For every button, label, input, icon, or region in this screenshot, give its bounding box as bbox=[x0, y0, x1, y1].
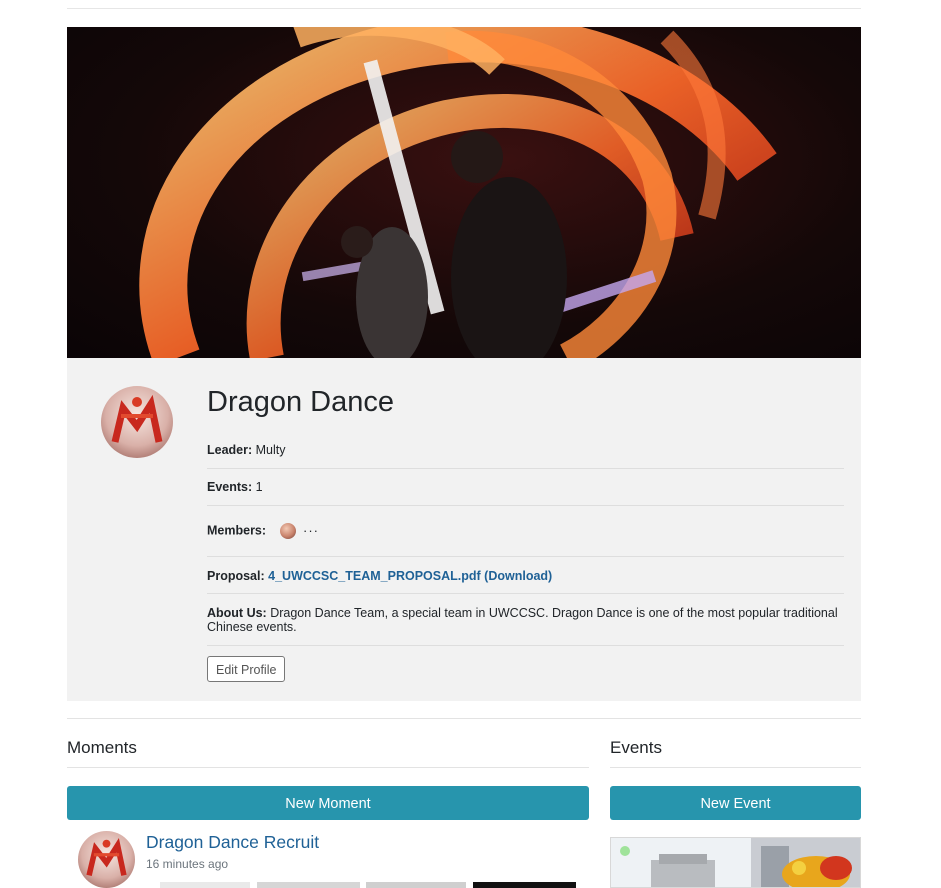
leader-row: Leader: Multy bbox=[207, 443, 844, 457]
proposal-label: Proposal: bbox=[207, 569, 265, 583]
group-name: Dragon Dance bbox=[207, 386, 394, 418]
event-card[interactable] bbox=[610, 837, 861, 888]
online-status-icon bbox=[620, 846, 630, 856]
new-moment-button[interactable]: New Moment bbox=[67, 786, 589, 820]
moment-photo-thumbnail[interactable] bbox=[257, 882, 360, 888]
members-row: Members: ··· bbox=[207, 523, 844, 539]
leader-label: Leader: bbox=[207, 443, 253, 457]
event-cover-image bbox=[611, 838, 860, 887]
cover-banner-image bbox=[67, 27, 861, 358]
about-label: About Us: bbox=[207, 606, 267, 620]
moment-timestamp: 16 minutes ago bbox=[146, 857, 229, 871]
proposal-row: Proposal: 4_UWCCSC_TEAM_PROPOSAL.pdf (Do… bbox=[207, 569, 844, 583]
moments-divider bbox=[67, 767, 589, 768]
dragon-dance-photo bbox=[139, 27, 777, 358]
about-row: About Us: Dragon Dance Team, a special t… bbox=[207, 606, 844, 634]
proposal-file-link[interactable]: 4_UWCCSC_TEAM_PROPOSAL.pdf bbox=[268, 569, 481, 583]
moment-photo-thumbnail[interactable] bbox=[160, 882, 250, 888]
edit-profile-button[interactable]: Edit Profile bbox=[207, 656, 286, 682]
moment-photo-thumbnail[interactable] bbox=[366, 882, 466, 888]
divider bbox=[207, 593, 844, 594]
events-row: Events: 1 bbox=[207, 480, 844, 494]
dragon-dance-avatar-icon bbox=[101, 386, 173, 458]
group-profile-card: Dragon Dance Leader: Multy Events: 1 Mem… bbox=[67, 358, 861, 701]
leader-value: Multy bbox=[255, 443, 286, 457]
members-label: Members: bbox=[207, 523, 267, 538]
moment-photo-thumbnail[interactable] bbox=[473, 882, 576, 888]
member-avatar-icon[interactable] bbox=[279, 523, 296, 539]
section-divider bbox=[67, 718, 861, 719]
events-count: 1 bbox=[255, 480, 263, 494]
events-label: Events: bbox=[207, 480, 253, 494]
top-divider bbox=[67, 8, 861, 9]
proposal-download-link[interactable]: (Download) bbox=[484, 569, 552, 583]
events-title: Events bbox=[610, 738, 662, 757]
moment-author-avatar-icon[interactable] bbox=[78, 831, 135, 888]
about-text: Dragon Dance Team, a special team in UWC… bbox=[207, 606, 838, 634]
moments-title: Moments bbox=[67, 738, 137, 757]
divider bbox=[207, 556, 844, 557]
moment-title-link[interactable]: Dragon Dance Recruit bbox=[146, 832, 319, 853]
divider bbox=[207, 645, 844, 646]
events-divider bbox=[610, 767, 861, 768]
divider bbox=[207, 468, 844, 469]
divider bbox=[207, 505, 844, 506]
new-event-button[interactable]: New Event bbox=[610, 786, 861, 820]
more-members-icon[interactable]: ··· bbox=[303, 524, 319, 538]
